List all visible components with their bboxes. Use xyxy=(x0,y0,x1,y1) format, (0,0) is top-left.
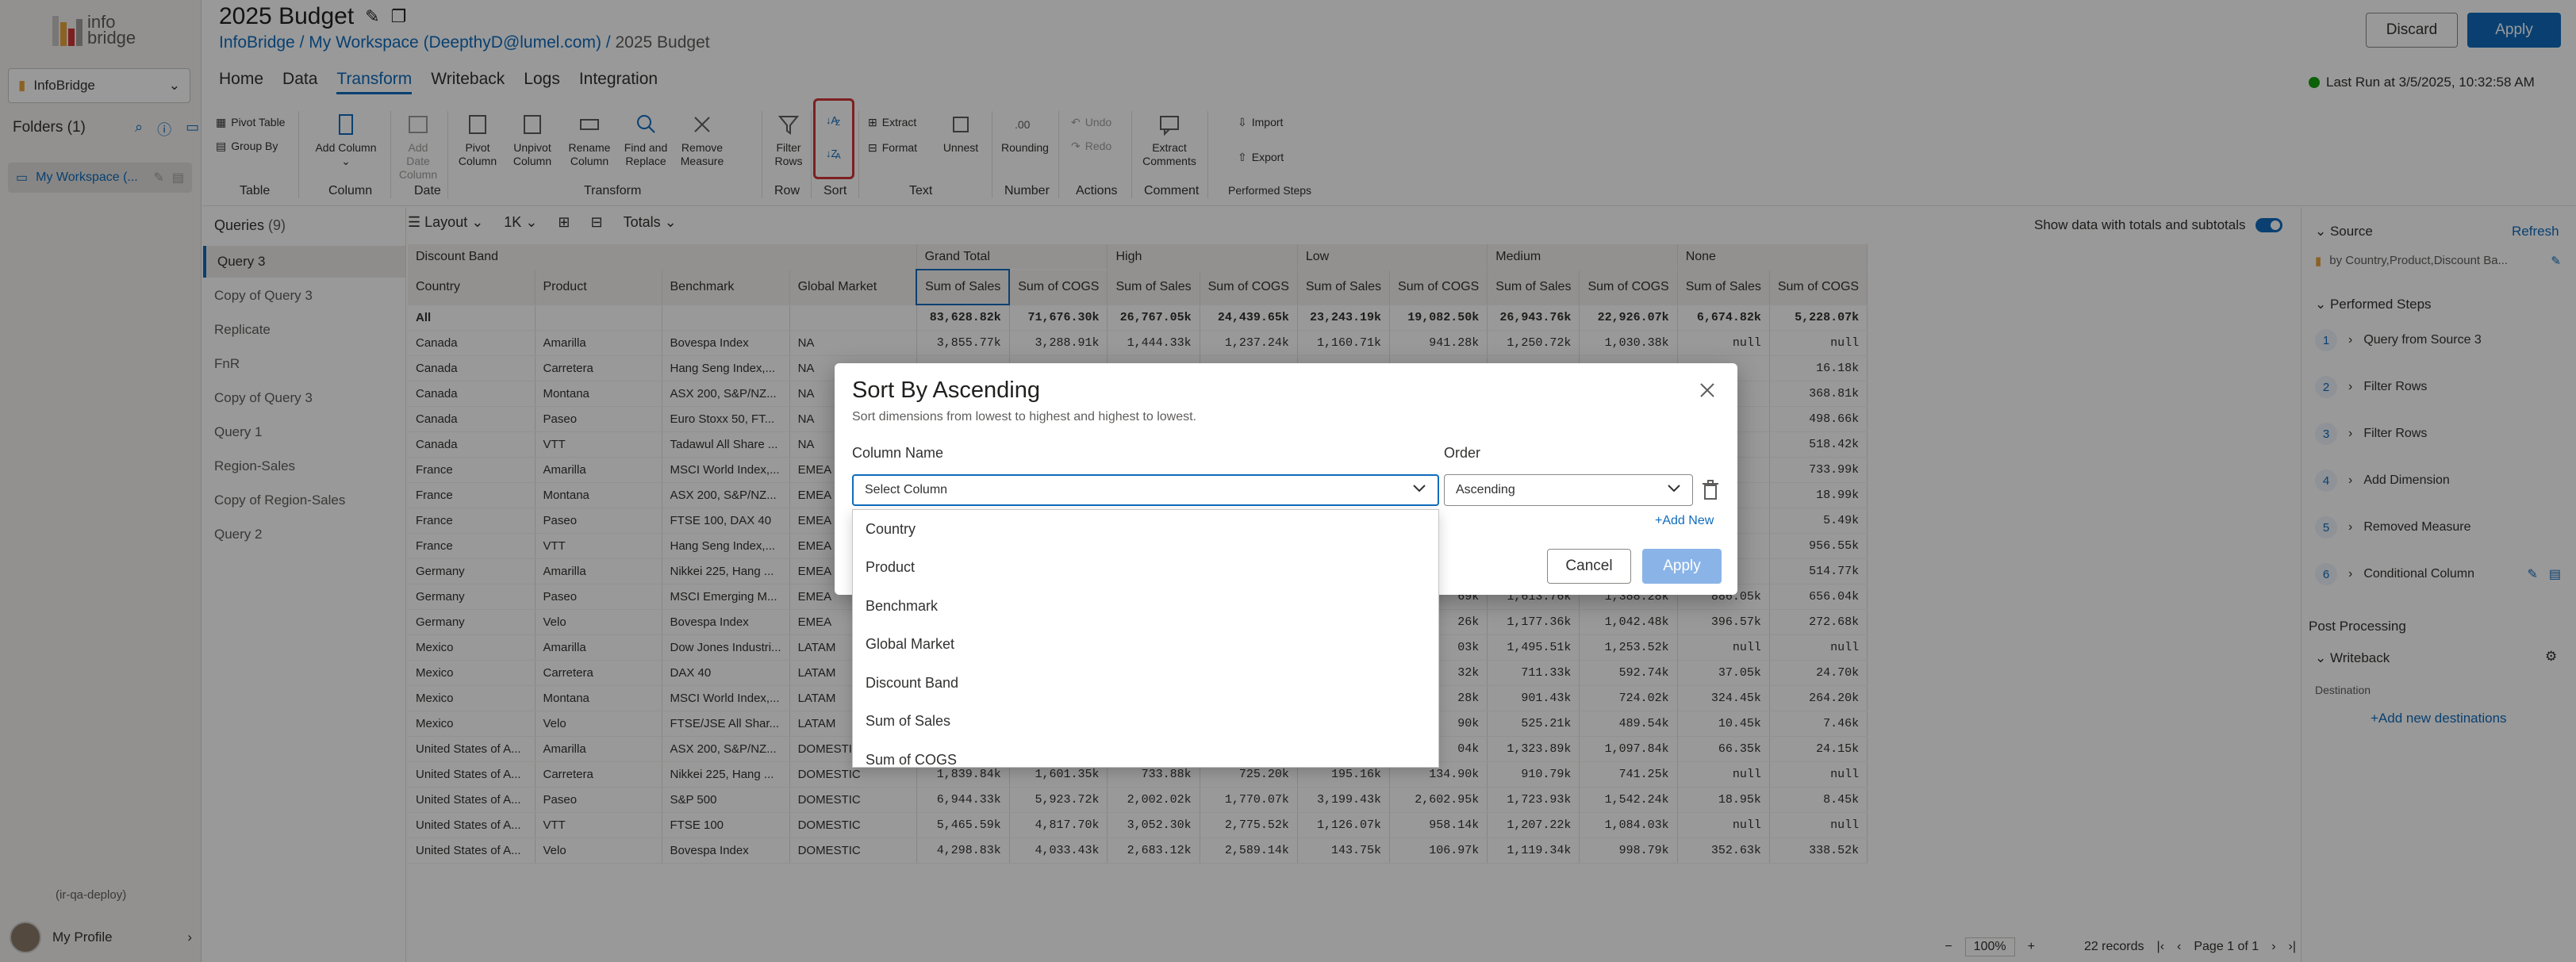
column-dropdown: Country Product Benchmark Global Market Disc… xyxy=(852,509,1439,768)
delete-icon[interactable] xyxy=(1701,479,1720,501)
cancel-button[interactable]: Cancel xyxy=(1547,549,1631,584)
order-select[interactable]: Ascending xyxy=(1444,474,1693,506)
order-select-value: Ascending xyxy=(1456,483,1515,496)
dialog-subtitle: Sort dimensions from lowest to highest a… xyxy=(852,410,1196,424)
dropdown-option[interactable]: Country xyxy=(853,510,1438,549)
dialog-apply-button[interactable]: Apply xyxy=(1642,549,1722,584)
dropdown-option[interactable]: Product xyxy=(853,549,1438,588)
dropdown-option[interactable]: Sum of Sales xyxy=(853,703,1438,742)
dropdown-option[interactable]: Benchmark xyxy=(853,587,1438,626)
column-name-label: Column Name xyxy=(852,445,944,461)
dropdown-option[interactable]: Discount Band xyxy=(853,664,1438,703)
close-icon[interactable] xyxy=(1696,379,1718,401)
dropdown-option[interactable]: Sum of COGS xyxy=(853,741,1438,767)
chevron-down-icon xyxy=(1412,483,1426,497)
dialog-title: Sort By Ascending xyxy=(852,378,1040,403)
column-select-value: Select Column xyxy=(865,483,948,496)
order-label: Order xyxy=(1444,445,1481,461)
chevron-down-icon xyxy=(1667,483,1681,497)
add-new-link[interactable]: +Add New xyxy=(1655,514,1714,528)
dropdown-option[interactable]: Global Market xyxy=(853,626,1438,665)
column-select[interactable]: Select Column xyxy=(852,474,1439,506)
